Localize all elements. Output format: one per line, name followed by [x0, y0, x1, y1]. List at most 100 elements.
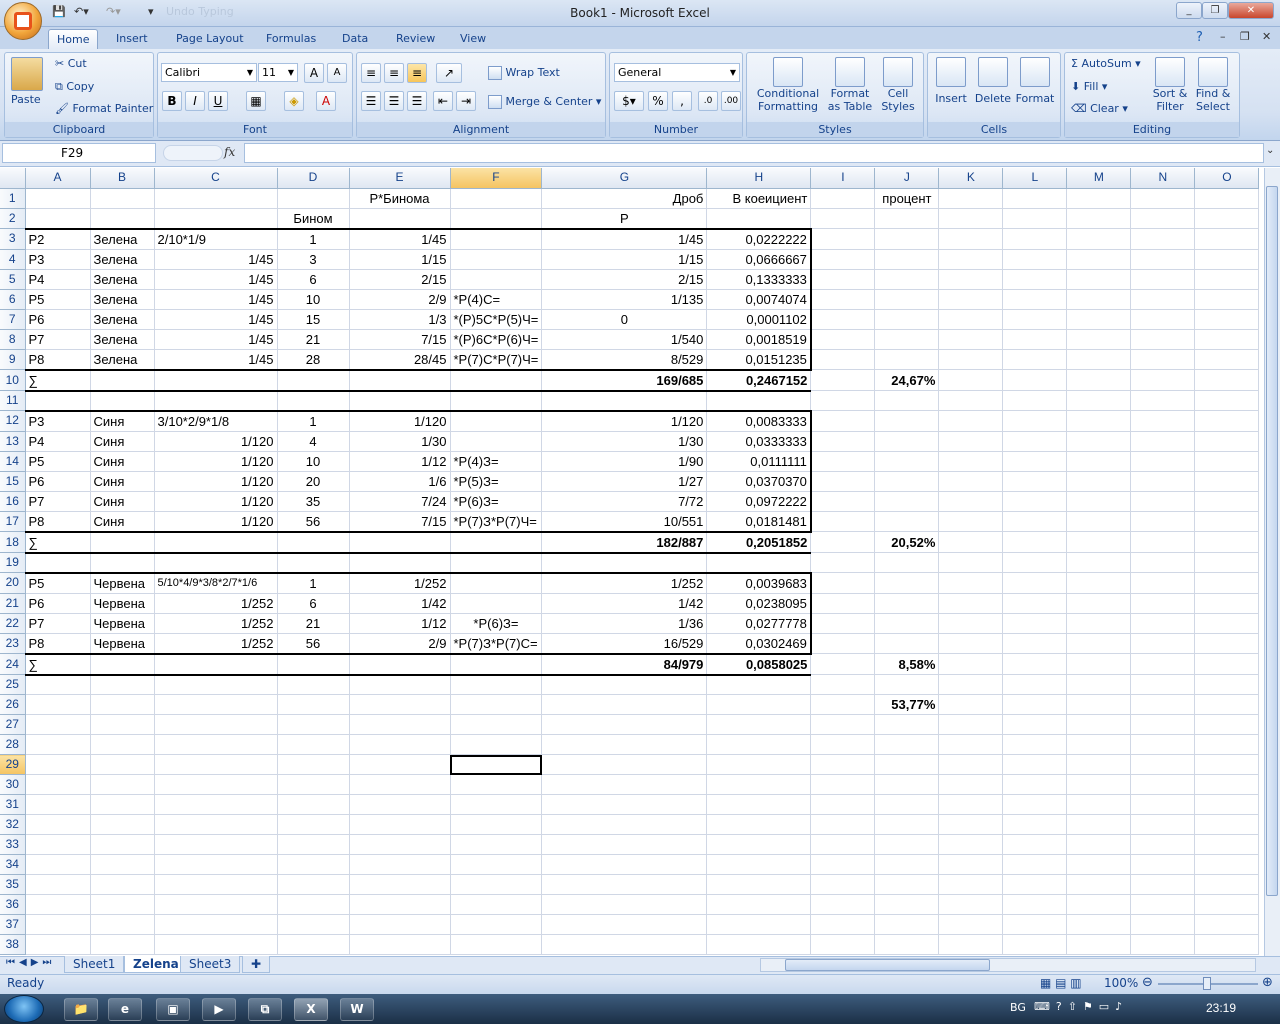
- cell-l38[interactable]: [1002, 934, 1068, 955]
- cell-e35[interactable]: [349, 874, 451, 895]
- sheet-tab-sheet3[interactable]: Sheet3: [180, 956, 241, 973]
- cell-m10[interactable]: [1066, 369, 1132, 391]
- cell-m34[interactable]: [1066, 854, 1132, 875]
- cell-d15[interactable]: 20: [277, 471, 350, 492]
- cell-o7[interactable]: [1194, 309, 1260, 330]
- cell-o18[interactable]: [1194, 531, 1260, 553]
- cell-h25[interactable]: [706, 674, 812, 695]
- cell-m2[interactable]: [1066, 208, 1132, 229]
- cell-c16[interactable]: 1/120: [154, 491, 278, 512]
- cell-n33[interactable]: [1130, 834, 1196, 855]
- cell-c34[interactable]: [154, 854, 278, 875]
- percent-button[interactable]: %: [648, 91, 668, 111]
- cell-k14[interactable]: [938, 451, 1004, 472]
- cell-h36[interactable]: [706, 894, 812, 915]
- cell-o15[interactable]: [1194, 471, 1260, 492]
- cell-o8[interactable]: [1194, 329, 1260, 350]
- cell-g33[interactable]: [541, 834, 708, 855]
- align-middle-icon[interactable]: ≡: [384, 63, 404, 83]
- column-header-f[interactable]: F: [450, 168, 543, 189]
- cell-j17[interactable]: [874, 511, 940, 532]
- cell-g31[interactable]: [541, 794, 708, 815]
- cell-c32[interactable]: [154, 814, 278, 835]
- cell-m22[interactable]: [1066, 613, 1132, 634]
- cell-j36[interactable]: [874, 894, 940, 915]
- cell-j38[interactable]: [874, 934, 940, 955]
- cell-g15[interactable]: 1/27: [541, 471, 708, 492]
- cell-d10[interactable]: [277, 369, 350, 392]
- cell-b37[interactable]: [90, 914, 155, 935]
- cell-n13[interactable]: [1130, 431, 1196, 452]
- cell-f4[interactable]: [450, 249, 543, 270]
- cell-h27[interactable]: [706, 714, 812, 735]
- cell-f16[interactable]: *P(6)З=: [450, 491, 543, 512]
- cell-c22[interactable]: 1/252: [154, 613, 278, 634]
- cell-l20[interactable]: [1002, 572, 1068, 594]
- cell-b4[interactable]: Зелена: [90, 249, 155, 270]
- cell-c30[interactable]: [154, 774, 278, 795]
- cell-f24[interactable]: [450, 653, 543, 676]
- cell-d5[interactable]: 6: [277, 269, 350, 290]
- cell-o10[interactable]: [1194, 369, 1260, 391]
- cell-n32[interactable]: [1130, 814, 1196, 835]
- cell-d25[interactable]: [277, 674, 350, 695]
- cell-d8[interactable]: 21: [277, 329, 350, 350]
- cell-a19[interactable]: [25, 552, 91, 573]
- cell-j10[interactable]: 24,67%: [874, 369, 940, 391]
- cell-h20[interactable]: 0,0039683: [706, 571, 812, 594]
- row-header-5[interactable]: 5: [0, 269, 26, 290]
- cell-a33[interactable]: [25, 834, 91, 855]
- tab-page-layout[interactable]: Page Layout: [168, 29, 252, 49]
- decrease-decimal-icon[interactable]: .00: [721, 91, 741, 111]
- column-header-k[interactable]: K: [938, 168, 1004, 189]
- row-header-20[interactable]: 20: [0, 572, 26, 594]
- cell-b17[interactable]: Синя: [90, 511, 155, 533]
- cell-k27[interactable]: [938, 714, 1004, 735]
- cell-o14[interactable]: [1194, 451, 1260, 472]
- cell-b12[interactable]: Синя: [90, 409, 155, 432]
- cell-m24[interactable]: [1066, 653, 1132, 675]
- cell-d34[interactable]: [277, 854, 350, 875]
- ribbon-close-icon[interactable]: ✕: [1262, 30, 1271, 43]
- tray-icons[interactable]: ⌨?⇧⚑▭♪: [1034, 1000, 1128, 1013]
- cell-j30[interactable]: [874, 774, 940, 795]
- cell-e22[interactable]: 1/12: [349, 613, 451, 634]
- currency-icon[interactable]: $▾: [614, 91, 644, 111]
- bold-button[interactable]: B: [162, 91, 182, 111]
- row-header-31[interactable]: 31: [0, 794, 26, 815]
- cell-n16[interactable]: [1130, 491, 1196, 512]
- tab-home[interactable]: Home: [48, 29, 99, 49]
- cell-l24[interactable]: [1002, 653, 1068, 675]
- cell-m6[interactable]: [1066, 289, 1132, 310]
- row-header-34[interactable]: 34: [0, 854, 26, 875]
- cell-h28[interactable]: [706, 734, 812, 755]
- cell-o9[interactable]: [1194, 349, 1260, 370]
- cell-k8[interactable]: [938, 329, 1004, 350]
- cell-c2[interactable]: [154, 208, 278, 229]
- cell-k1[interactable]: [938, 188, 1004, 209]
- cell-o36[interactable]: [1194, 894, 1260, 915]
- cell-e30[interactable]: [349, 774, 451, 795]
- cell-e1[interactable]: P*Бинома: [349, 188, 451, 209]
- cell-n2[interactable]: [1130, 208, 1196, 229]
- cell-e5[interactable]: 2/15: [349, 269, 451, 290]
- cell-e14[interactable]: 1/12: [349, 451, 451, 472]
- cell-f28[interactable]: [450, 734, 543, 755]
- cell-k35[interactable]: [938, 874, 1004, 895]
- cell-g38[interactable]: [541, 934, 708, 955]
- cell-i2[interactable]: [810, 208, 876, 229]
- cell-d7[interactable]: 15: [277, 309, 350, 330]
- cell-j7[interactable]: [874, 309, 940, 330]
- cell-e19[interactable]: [349, 552, 451, 573]
- cell-m12[interactable]: [1066, 410, 1132, 432]
- minimize-button[interactable]: _: [1176, 2, 1202, 19]
- cell-e8[interactable]: 7/15: [349, 329, 451, 350]
- zoom-level[interactable]: 100%: [1104, 976, 1138, 990]
- cell-l9[interactable]: [1002, 349, 1068, 370]
- view-buttons[interactable]: ▦ ▤ ▥: [1040, 976, 1082, 990]
- cell-j28[interactable]: [874, 734, 940, 755]
- cell-d3[interactable]: 1: [277, 227, 350, 250]
- cell-a15[interactable]: P6: [25, 471, 91, 492]
- cell-h15[interactable]: 0,0370370: [706, 471, 812, 492]
- row-header-10[interactable]: 10: [0, 369, 26, 391]
